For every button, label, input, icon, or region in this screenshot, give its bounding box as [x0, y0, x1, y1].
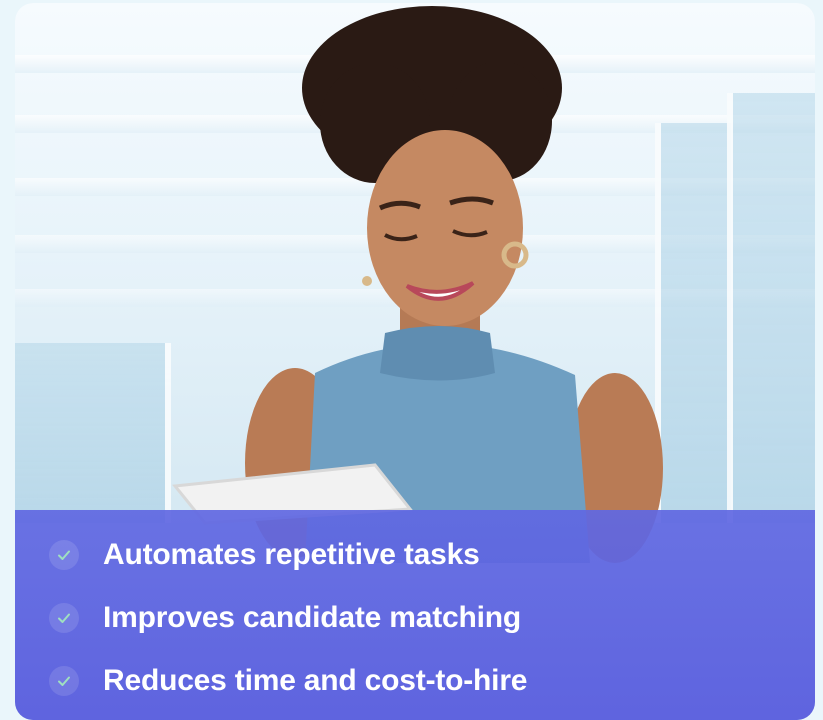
hero-card: Automates repetitive tasks Improves cand… [15, 3, 815, 720]
check-icon [49, 540, 79, 570]
benefit-label: Reduces time and cost-to-hire [103, 664, 528, 697]
benefits-list: Automates repetitive tasks Improves cand… [49, 537, 527, 720]
benefit-item: Automates repetitive tasks [49, 537, 527, 573]
benefit-label: Automates repetitive tasks [103, 538, 480, 571]
check-icon [49, 603, 79, 633]
check-icon [49, 666, 79, 696]
benefit-item: Improves candidate matching [49, 600, 527, 636]
benefit-item: Reduces time and cost-to-hire [49, 663, 527, 699]
benefit-label: Improves candidate matching [103, 601, 522, 634]
benefits-overlay: Automates repetitive tasks Improves cand… [15, 510, 815, 720]
